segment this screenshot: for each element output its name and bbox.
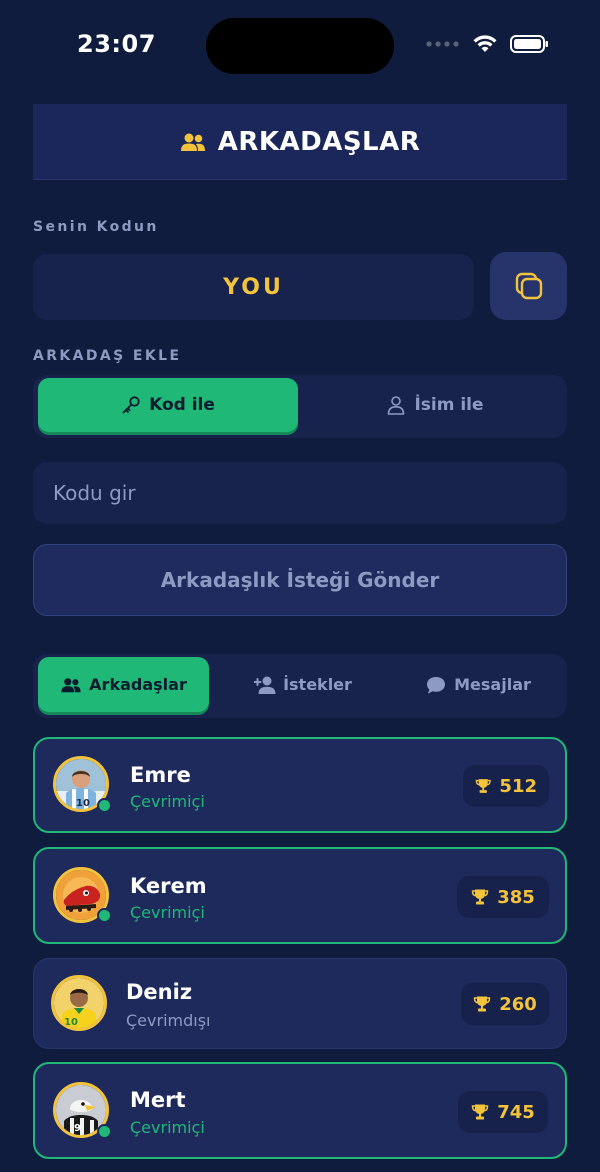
- friend-name: Emre: [130, 763, 191, 787]
- trophy-icon: [471, 1104, 489, 1120]
- tab-by-name[interactable]: İsim ile: [308, 378, 562, 432]
- send-friend-request-button[interactable]: Arkadaşlık İsteği Gönder: [33, 544, 567, 616]
- trophy-badge: 745: [458, 1091, 548, 1133]
- svg-text:10: 10: [64, 1017, 78, 1028]
- svg-text:9: 9: [74, 1123, 81, 1134]
- friend-card[interactable]: 10 Emre Çevrimiçi 512: [33, 737, 567, 833]
- my-code-value: YOU: [223, 274, 284, 300]
- tab-friends-label: Arkadaşlar: [89, 675, 187, 694]
- friend-avatar: 10: [51, 975, 107, 1031]
- friend-name: Kerem: [130, 874, 207, 898]
- tab-messages[interactable]: Mesajlar: [393, 657, 563, 712]
- trophy-score: 385: [497, 886, 535, 908]
- friends-list-tabs: Arkadaşlar İstekler Mesajlar: [33, 654, 567, 718]
- online-indicator: [97, 798, 112, 813]
- add-person-icon: [254, 676, 276, 694]
- friend-status: Çevrimiçi: [130, 792, 205, 811]
- friends-group-icon: [180, 133, 205, 151]
- friend-status: Çevrimiçi: [130, 903, 205, 922]
- add-friend-mode-tabs: Kod ile İsim ile: [33, 375, 567, 438]
- trophy-icon: [475, 779, 491, 793]
- send-friend-request-label: Arkadaşlık İsteği Gönder: [160, 568, 440, 592]
- status-time: 23:07: [77, 30, 156, 58]
- trophy-icon: [473, 996, 491, 1012]
- trophy-badge: 385: [457, 876, 549, 918]
- key-icon: [122, 396, 140, 414]
- friend-status: Çevrimdışı: [126, 1011, 211, 1030]
- page-header: ARKADAŞLAR: [33, 104, 567, 180]
- copy-code-button[interactable]: [490, 252, 567, 320]
- status-bar: 23:07: [0, 0, 600, 92]
- friend-code-input[interactable]: [33, 462, 567, 524]
- friend-card[interactable]: Kerem Çevrimiçi 385: [33, 847, 567, 944]
- friend-card[interactable]: 10 Deniz Çevrimdışı 260: [33, 958, 567, 1049]
- status-icons: [426, 34, 550, 54]
- cellular-signal-icon: [426, 41, 459, 47]
- friend-status: Çevrimiçi: [130, 1118, 205, 1137]
- friend-name: Mert: [130, 1088, 186, 1112]
- tab-by-code[interactable]: Kod ile: [38, 378, 298, 432]
- friend-name: Deniz: [126, 980, 193, 1004]
- dynamic-island: [206, 18, 394, 74]
- tab-by-code-label: Kod ile: [149, 395, 215, 415]
- trophy-score: 512: [499, 775, 537, 797]
- my-code-label: Senin Kodun: [33, 219, 159, 235]
- friend-card[interactable]: 9 Mert Çevrimiçi 745: [33, 1062, 567, 1159]
- page-title: ARKADAŞLAR: [217, 126, 421, 157]
- svg-text:10: 10: [76, 798, 90, 809]
- trophy-badge: 512: [463, 765, 549, 807]
- online-indicator: [97, 1124, 112, 1139]
- tab-requests[interactable]: İstekler: [228, 657, 378, 712]
- trophy-icon: [471, 889, 489, 905]
- copy-icon: [515, 272, 542, 300]
- trophy-score: 745: [497, 1101, 535, 1123]
- tab-friends[interactable]: Arkadaşlar: [38, 657, 209, 712]
- wifi-icon: [473, 35, 497, 52]
- battery-icon: [510, 35, 548, 53]
- tab-messages-label: Mesajlar: [454, 675, 531, 694]
- chat-icon: [427, 676, 446, 694]
- person-icon: [388, 396, 405, 415]
- tab-requests-label: İstekler: [283, 675, 352, 694]
- tab-by-name-label: İsim ile: [414, 395, 484, 415]
- friends-screen: 23:07 ARKADAŞLAR Senin Kodun YOU ARKADAŞ…: [0, 0, 600, 1172]
- online-indicator: [97, 908, 112, 923]
- trophy-badge: 260: [461, 983, 549, 1025]
- add-friend-label: ARKADAŞ EKLE: [33, 348, 182, 364]
- my-code-box: YOU: [33, 254, 474, 320]
- trophy-score: 260: [499, 993, 537, 1015]
- group-icon: [61, 677, 81, 692]
